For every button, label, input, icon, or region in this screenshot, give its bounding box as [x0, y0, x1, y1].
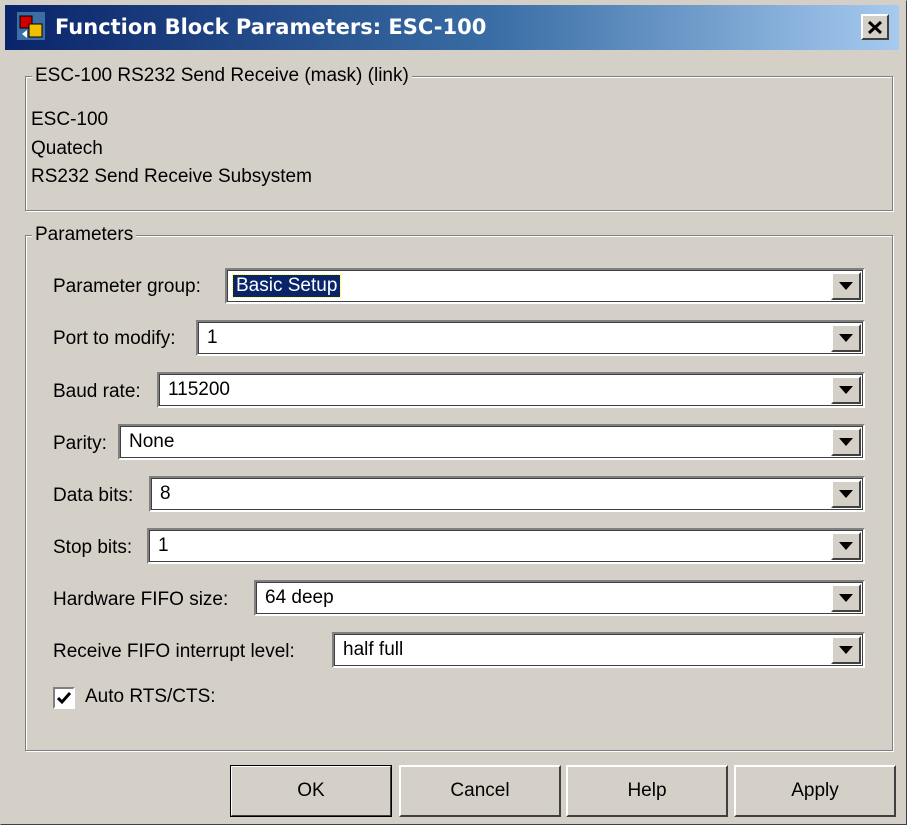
triangle-down-icon	[839, 282, 853, 290]
cancel-button[interactable]: Cancel	[399, 765, 561, 817]
triangle-down-icon	[839, 542, 853, 550]
baud-rate-value: 115200	[168, 379, 230, 400]
title-bar[interactable]: Function Block Parameters: ESC-100	[5, 5, 899, 50]
receive-fifo-interrupt-level-select[interactable]: half full	[332, 632, 865, 668]
triangle-down-icon	[839, 334, 853, 342]
parity-select[interactable]: None	[118, 424, 865, 460]
port-to-modify-value: 1	[207, 327, 218, 348]
data-bits-select[interactable]: 8	[149, 476, 865, 512]
apply-button[interactable]: Apply	[734, 765, 896, 817]
description-line-3: RS232 Send Receive Subsystem	[31, 166, 312, 187]
port-to-modify-label: Port to modify:	[53, 328, 176, 349]
stop-bits-dropdown-button[interactable]	[831, 532, 861, 560]
data-bits-label: Data bits:	[53, 485, 134, 506]
triangle-down-icon	[839, 594, 853, 602]
dialog-window: Function Block Parameters: ESC-100 ESC-1…	[0, 0, 907, 825]
parameter-group-value: Basic Setup	[231, 274, 342, 298]
close-button[interactable]	[861, 14, 889, 40]
baud-rate-select[interactable]: 115200	[157, 372, 865, 408]
description-line-2: Quatech	[31, 138, 103, 159]
parameter-group-select[interactable]: Basic Setup	[225, 268, 865, 304]
baud-rate-dropdown-button[interactable]	[831, 376, 861, 404]
receive-fifo-interrupt-level-dropdown-button[interactable]	[831, 636, 861, 664]
baud-rate-label: Baud rate:	[53, 381, 141, 402]
ok-button[interactable]: OK	[230, 765, 392, 817]
receive-fifo-interrupt-level-value: half full	[343, 639, 404, 660]
triangle-down-icon	[839, 490, 853, 498]
triangle-down-icon	[839, 438, 853, 446]
hardware-fifo-size-value: 64 deep	[265, 587, 334, 608]
parameter-group-dropdown-button[interactable]	[831, 272, 861, 300]
triangle-down-icon	[839, 386, 853, 394]
stop-bits-label: Stop bits:	[53, 537, 133, 558]
close-icon	[868, 20, 882, 34]
triangle-down-icon	[839, 646, 853, 654]
hardware-fifo-size-label: Hardware FIFO size:	[53, 589, 229, 610]
auto-rts-cts-label[interactable]: Auto RTS/CTS:	[85, 686, 216, 708]
parity-dropdown-button[interactable]	[831, 428, 861, 456]
checkmark-icon	[57, 692, 71, 705]
parity-label: Parity:	[53, 433, 107, 454]
receive-fifo-interrupt-level-label: Receive FIFO interrupt level:	[53, 641, 295, 662]
description-group-label: ESC-100 RS232 Send Receive (mask) (link)	[32, 65, 412, 87]
app-icon[interactable]	[17, 12, 45, 40]
stop-bits-select[interactable]: 1	[147, 528, 865, 564]
help-button[interactable]: Help	[566, 765, 728, 817]
description-line-1: ESC-100	[31, 109, 109, 130]
parity-value: None	[129, 431, 175, 452]
parameters-group-label: Parameters	[32, 224, 137, 246]
hardware-fifo-size-dropdown-button[interactable]	[831, 584, 861, 612]
auto-rts-cts-checkbox[interactable]	[53, 687, 75, 709]
parameter-group-label: Parameter group:	[53, 276, 201, 297]
data-bits-dropdown-button[interactable]	[831, 480, 861, 508]
hardware-fifo-size-select[interactable]: 64 deep	[254, 580, 865, 616]
port-to-modify-dropdown-button[interactable]	[831, 324, 861, 352]
data-bits-value: 8	[160, 483, 171, 504]
window-title: Function Block Parameters: ESC-100	[55, 15, 487, 39]
stop-bits-value: 1	[158, 535, 169, 556]
description-group: ESC-100 RS232 Send Receive (mask) (link)	[25, 65, 893, 211]
port-to-modify-select[interactable]: 1	[196, 320, 865, 356]
